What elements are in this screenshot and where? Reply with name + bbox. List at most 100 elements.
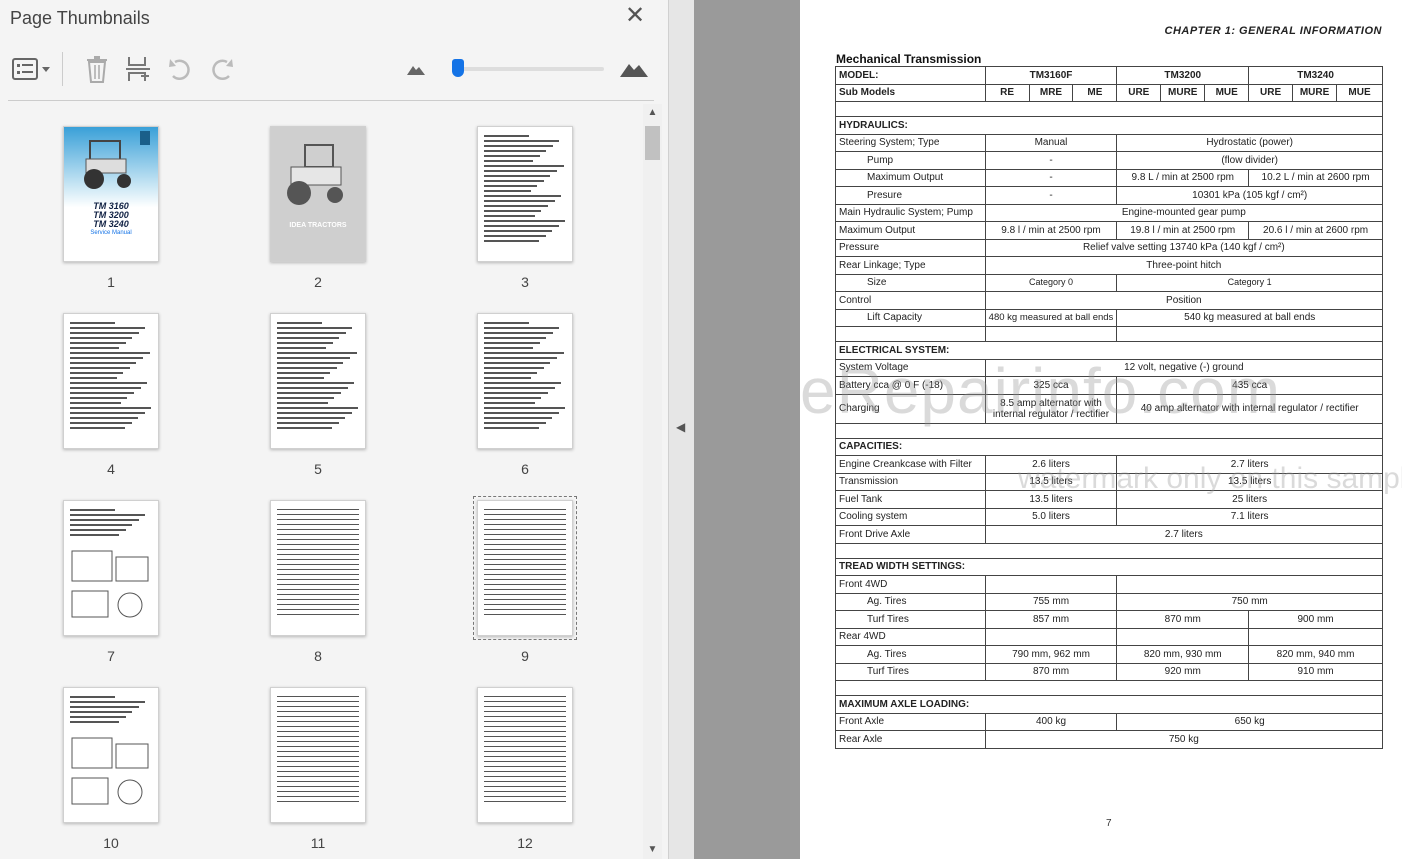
scroll-down-arrow-icon[interactable]: ▼: [643, 841, 662, 859]
submodel-cell: URE: [1116, 83, 1162, 102]
table-cell: -: [984, 186, 1118, 205]
thumbnail-text-lines: [277, 696, 359, 806]
model-tm3200: TM3200: [1116, 66, 1250, 85]
capacities-heading: CAPACITIES:: [835, 437, 1383, 456]
row-label: Charging: [835, 393, 986, 424]
table-cell: 9.8 l / min at 2500 rpm: [984, 221, 1118, 240]
row-label: Turf Tires: [835, 610, 986, 629]
electrical-heading: ELECTRICAL SYSTEM:: [835, 341, 1383, 360]
toolbar-divider: [62, 52, 63, 86]
options-menu-icon[interactable]: [10, 54, 54, 84]
specification-table: MODEL: TM3160F TM3200 TM3240 Sub Models …: [835, 66, 1384, 749]
thumbnail-text-lines: [484, 696, 566, 806]
row-label: Engine Creankcase with Filter: [835, 455, 986, 474]
page-thumbnail[interactable]: 8: [270, 500, 366, 664]
thumbnail-image: [477, 313, 573, 449]
row-label: Cooling system: [835, 507, 986, 526]
scrollbar-thumb[interactable]: [645, 126, 660, 160]
undo-icon[interactable]: [166, 54, 194, 84]
page-thumbnail[interactable]: TM 3160 TM 3200 TM 3240 Service Manual 1: [63, 126, 159, 290]
submodel-cell: MURE: [1292, 83, 1338, 102]
page-thumbnail[interactable]: 5: [270, 313, 366, 477]
model-tm3160f: TM3160F: [984, 66, 1118, 85]
thumbnail-page-number: 12: [517, 835, 533, 851]
spacer-row: [835, 326, 1383, 342]
table-cell: 750 mm: [1116, 592, 1383, 611]
chapter-heading: CHAPTER 1: GENERAL INFORMATION: [1164, 25, 1382, 37]
extract-pages-icon[interactable]: [124, 54, 152, 84]
table-cell: 900 mm: [1248, 610, 1383, 629]
thumbnail-text-lines: [70, 696, 152, 726]
page-number: 7: [1106, 818, 1112, 829]
thumbnail-text-lines: [484, 322, 566, 432]
table-cell: 540 kg measured at ball ends: [1116, 308, 1383, 327]
page-thumbnail[interactable]: 3: [477, 126, 573, 290]
slider-thumb[interactable]: [452, 59, 464, 77]
collapse-panel-arrow-icon[interactable]: ◀: [676, 420, 685, 434]
table-cell: 13.5 liters: [1116, 472, 1383, 491]
page-thumbnail[interactable]: 10: [63, 687, 159, 851]
panel-splitter[interactable]: ◀: [668, 0, 695, 859]
table-cell: 790 mm, 962 mm: [984, 645, 1118, 664]
page-thumbnail[interactable]: IDEA TRACTORS 2: [270, 126, 366, 290]
table-cell: 435 cca: [1116, 376, 1383, 395]
thumbnail-scrollbar[interactable]: ▲ ▼: [643, 104, 662, 859]
table-cell: 8.5 amp alternator with internal regulat…: [984, 393, 1118, 424]
thumbnail-size-slider[interactable]: [454, 67, 604, 71]
table-cell: 910 mm: [1248, 662, 1383, 681]
model-label: MODEL:: [835, 66, 986, 85]
row-label: System Voltage: [835, 358, 986, 377]
row-label: Steering System; Type: [835, 133, 986, 152]
thumbnail-page-number: 5: [314, 461, 322, 477]
row-label: Transmission: [835, 472, 986, 491]
row-label: Rear Axle: [835, 730, 986, 749]
row-label: Presure: [835, 186, 986, 205]
scroll-up-arrow-icon[interactable]: ▲: [643, 104, 662, 122]
axle-heading: MAXIMUM AXLE LOADING:: [835, 695, 1383, 714]
page-thumbnail[interactable]: 7: [63, 500, 159, 664]
table-row: Turf Tires 870 mm 920 mm 910 mm: [835, 662, 1383, 681]
thumbnail-text-lines: [70, 322, 152, 432]
thumbnail-page-number: 6: [521, 461, 529, 477]
thumbnail-image: IDEA TRACTORS: [270, 126, 366, 262]
model-row: MODEL: TM3160F TM3200 TM3240: [835, 66, 1383, 85]
table-row: Rear 4WD: [835, 627, 1383, 646]
zoom-out-mountain-icon[interactable]: [404, 54, 428, 84]
table-cell: -: [984, 168, 1118, 187]
submodel-row: Sub Models RE MRE ME URE MURE MUE URE MU…: [835, 83, 1383, 102]
row-label: Maximum Output: [835, 168, 986, 187]
submodel-cell: RE: [984, 83, 1030, 102]
table-cell: 40 amp alternator with internal regulato…: [1116, 393, 1383, 424]
row-label: Battery cca @ 0 F (-18): [835, 376, 986, 395]
delete-icon[interactable]: [84, 54, 110, 84]
thumbnail-image: [63, 687, 159, 823]
panel-title: Page Thumbnails: [10, 8, 150, 28]
table-cell: 650 kg: [1116, 712, 1383, 731]
redo-icon[interactable]: [208, 54, 236, 84]
close-panel-button[interactable]: ✕: [624, 4, 646, 28]
row-label: Fuel Tank: [835, 490, 986, 509]
thumbnail-image: [270, 500, 366, 636]
row-label: Front 4WD: [835, 575, 986, 594]
table-cell: 820 mm, 930 mm: [1116, 645, 1250, 664]
page-thumbnail[interactable]: 11: [270, 687, 366, 851]
table-row: Front Axle 400 kg 650 kg: [835, 712, 1383, 731]
row-label: Pump: [835, 151, 986, 170]
submodel-label: Sub Models: [835, 83, 986, 102]
thumbnail-page-number: 3: [521, 274, 529, 290]
page-thumbnail[interactable]: 12: [477, 687, 573, 851]
table-cell: 920 mm: [1116, 662, 1250, 681]
zoom-in-mountain-icon[interactable]: [618, 54, 650, 84]
thumbnail-text-lines: [484, 509, 566, 619]
page-thumbnail[interactable]: 4: [63, 313, 159, 477]
table-row: Main Hydraulic System; Pump Engine-mount…: [835, 203, 1384, 222]
page-thumbnail[interactable]: 9: [473, 496, 577, 664]
page-thumbnail[interactable]: 6: [477, 313, 573, 477]
table-row: Front Drive Axle 2.7 liters: [835, 525, 1384, 544]
row-label: Pressure: [835, 238, 986, 257]
table-cell: 20.6 l / min at 2600 rpm: [1248, 221, 1383, 240]
submodel-cell: MURE: [1160, 83, 1206, 102]
table-row: Pump - (flow divider): [835, 151, 1383, 170]
table-cell: Engine-mounted gear pump: [984, 203, 1384, 222]
table-row: Maximum Output - 9.8 L / min at 2500 rpm…: [835, 168, 1383, 187]
